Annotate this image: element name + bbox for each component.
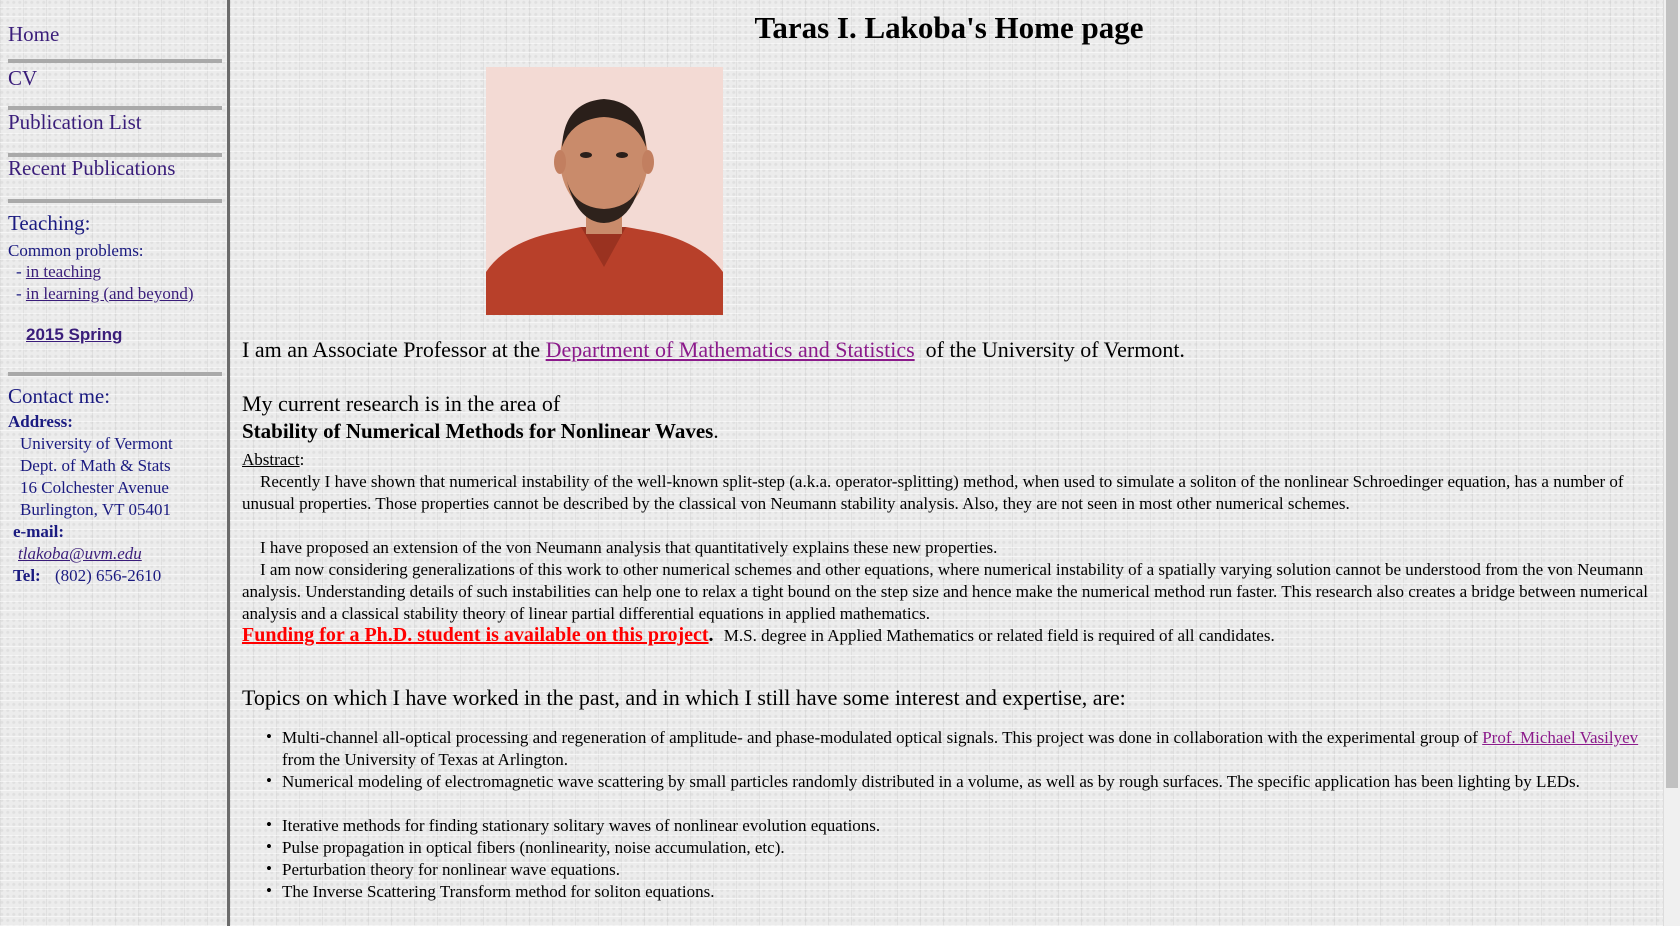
topic-item: Iterative methods for finding stationary… <box>282 816 881 835</box>
vertical-scrollbar[interactable] <box>1663 0 1680 926</box>
in-learning-link[interactable]: in learning (and beyond) <box>26 284 194 303</box>
colon: : <box>299 450 305 469</box>
research-topic: Stability of Numerical Methods for Nonli… <box>242 419 719 444</box>
abstract-paragraph-2: I have proposed an extension of the von … <box>260 538 998 557</box>
topics-heading: Topics on which I have worked in the pas… <box>242 685 1126 710</box>
email-label: e-mail: <box>13 522 64 541</box>
main-content-frame: Taras I. Lakoba's Home page I am an Asso… <box>234 0 1664 926</box>
tel-label: Tel: <box>13 566 41 585</box>
semester-link[interactable]: 2015 Spring <box>26 325 122 345</box>
in-teaching-link[interactable]: in teaching <box>26 262 101 281</box>
bullet-icon: • <box>266 881 272 900</box>
bullet-icon: • <box>266 771 272 790</box>
research-topic-title: Stability of Numerical Methods for Nonli… <box>242 419 714 443</box>
nav-cv-link[interactable]: CV <box>8 66 37 91</box>
page-title: Taras I. Lakoba's Home page <box>754 10 1144 45</box>
tel-line: Tel: (802) 656-2610 <box>13 566 161 586</box>
abstract-paragraph-3: I am now considering generalizations of … <box>242 560 1648 623</box>
address-line: University of Vermont <box>20 434 173 453</box>
funding-note: M.S. degree in Applied Mathematics or re… <box>723 626 1275 645</box>
research-intro: My current research is in the area of <box>242 391 561 416</box>
bullet-icon: • <box>266 727 272 746</box>
teaching-item: - in teaching <box>16 262 101 282</box>
address-line: 16 Colchester Avenue <box>20 478 169 497</box>
dash: - <box>16 284 26 303</box>
intro-paragraph: I am an Associate Professor at the Depar… <box>242 337 1185 363</box>
topic-text: Multi-channel all-optical processing and… <box>282 728 1483 747</box>
abstract-paragraph-1: Recently I have shown that numerical ins… <box>242 472 1624 513</box>
address-label: Address: <box>8 412 73 431</box>
topic-item: Multi-channel all-optical processing and… <box>282 727 1662 771</box>
period: . <box>713 419 719 443</box>
topic-item: Numerical modeling of electromagnetic wa… <box>282 772 1580 791</box>
scrollbar-thumb[interactable] <box>1666 0 1678 788</box>
nav-divider <box>8 199 222 203</box>
bullet-icon: • <box>266 815 272 834</box>
funding-line: Funding for a Ph.D. student is available… <box>242 624 1652 647</box>
nav-home-link[interactable]: Home <box>8 22 59 47</box>
intro-text: of the University of Vermont. <box>914 337 1185 362</box>
abstract-label: Abstract <box>242 450 300 469</box>
address-line: Burlington, VT 05401 <box>20 500 171 519</box>
learning-item: - in learning (and beyond) <box>16 284 194 304</box>
department-link[interactable]: Department of Mathematics and Statistics <box>546 337 915 362</box>
address-line: Dept. of Math & Stats <box>20 456 171 475</box>
nav-divider <box>8 59 222 63</box>
tel-number: (802) 656-2610 <box>54 566 162 585</box>
abstract-label-line: Abstract: <box>242 449 1652 471</box>
vasilyev-link[interactable]: Prof. Michael Vasilyev <box>1482 728 1638 747</box>
contact-heading: Contact me: <box>8 384 111 408</box>
topic-item: Perturbation theory for nonlinear wave e… <box>282 860 621 879</box>
teaching-heading: Teaching: <box>8 211 91 235</box>
dash: - <box>16 262 26 281</box>
nav-publication-list-link[interactable]: Publication List <box>8 110 142 135</box>
portrait-photo <box>486 67 723 315</box>
nav-divider <box>8 372 222 376</box>
intro-text: I am an Associate Professor at the <box>242 337 546 362</box>
portrait-image <box>486 67 723 315</box>
topic-item: The Inverse Scattering Transform method … <box>282 882 715 901</box>
common-problems-label: Common problems: <box>8 241 144 260</box>
left-nav-frame: Home CV Publication List Recent Publicat… <box>0 0 230 926</box>
bullet-icon: • <box>266 859 272 878</box>
email-link[interactable]: tlakoba@uvm.edu <box>18 544 142 564</box>
topic-item: Pulse propagation in optical fibers (non… <box>282 838 785 857</box>
nav-recent-publications-link[interactable]: Recent Publications <box>8 156 175 181</box>
period: . <box>708 624 714 646</box>
topic-text: from the University of Texas at Arlingto… <box>282 750 569 769</box>
funding-link[interactable]: Funding for a Ph.D. student is available… <box>242 624 709 646</box>
bullet-icon: • <box>266 837 272 856</box>
